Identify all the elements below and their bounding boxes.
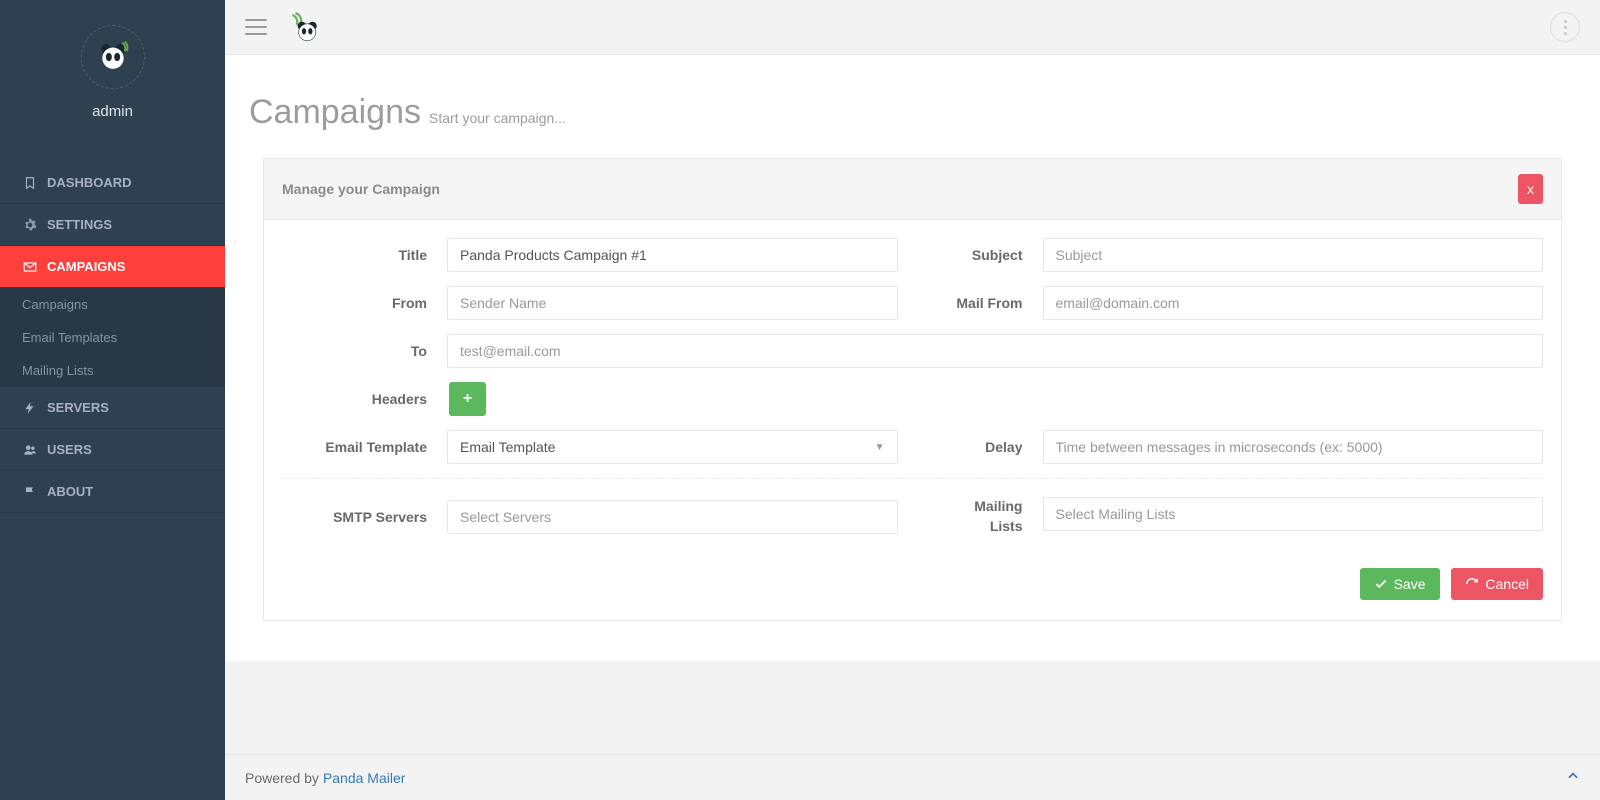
subnav-email-templates[interactable]: Email Templates — [0, 321, 225, 354]
divider — [282, 478, 1543, 479]
cancel-button[interactable]: Cancel — [1451, 568, 1543, 600]
smtp-input[interactable] — [447, 500, 898, 534]
delay-label: Delay — [928, 439, 1043, 455]
nav-users[interactable]: USERS — [0, 429, 225, 471]
panda-logo-icon — [287, 10, 321, 44]
cancel-label: Cancel — [1485, 576, 1529, 592]
nav-label: DASHBOARD — [47, 175, 132, 190]
nav-about[interactable]: ABOUT — [0, 471, 225, 513]
plus-icon: + — [463, 390, 472, 407]
users-icon — [22, 442, 37, 457]
bookmark-icon — [22, 175, 37, 190]
campaign-panel: Manage your Campaign x Title Subject — [263, 158, 1562, 621]
scroll-top-button[interactable] — [1566, 769, 1580, 786]
page-subtitle: Start your campaign... — [429, 110, 566, 126]
main: Campaigns Start your campaign... Manage … — [225, 0, 1600, 800]
mailinglists-label: Mailing Lists — [928, 497, 1043, 536]
nav-label: SETTINGS — [47, 217, 112, 232]
subnav-campaigns[interactable]: Campaigns — [0, 288, 225, 321]
to-input[interactable] — [447, 334, 1543, 368]
page-title: Campaigns — [249, 93, 421, 132]
nav-campaigns[interactable]: CAMPAIGNS — [0, 246, 225, 288]
topbar — [225, 0, 1600, 55]
title-input[interactable] — [447, 238, 898, 272]
headers-label: Headers — [282, 391, 447, 407]
nav-label: ABOUT — [47, 484, 93, 499]
mailfrom-input[interactable] — [1043, 286, 1544, 320]
footer: Powered by Panda Mailer — [225, 754, 1600, 800]
panel-body: Title Subject From Mail From — [264, 220, 1561, 568]
check-icon — [1374, 577, 1388, 591]
chevron-up-icon — [1566, 769, 1580, 783]
delay-input[interactable] — [1043, 430, 1544, 464]
flag-icon — [22, 484, 37, 499]
subject-label: Subject — [928, 247, 1043, 263]
nav-servers[interactable]: SERVERS — [0, 387, 225, 429]
avatar — [81, 25, 145, 89]
panel-actions: Save Cancel — [264, 568, 1561, 620]
content: Campaigns Start your campaign... Manage … — [225, 55, 1600, 661]
panel-close-button[interactable]: x — [1518, 174, 1543, 204]
mailfrom-label: Mail From — [928, 295, 1043, 311]
subnav-mailing-lists[interactable]: Mailing Lists — [0, 354, 225, 387]
panel-header: Manage your Campaign x — [264, 159, 1561, 220]
mailinglists-input[interactable] — [1043, 497, 1544, 531]
save-label: Save — [1394, 576, 1426, 592]
emailtpl-select[interactable]: Email Template ▼ — [447, 430, 898, 464]
username: admin — [0, 103, 225, 120]
from-label: From — [282, 295, 447, 311]
nav-label: USERS — [47, 442, 92, 457]
more-menu-button[interactable] — [1550, 12, 1580, 42]
menu-toggle-button[interactable] — [245, 19, 267, 35]
to-label: To — [282, 343, 447, 359]
gear-icon — [22, 217, 37, 232]
save-button[interactable]: Save — [1360, 568, 1440, 600]
footer-text: Powered by — [245, 770, 319, 786]
sidebar: admin DASHBOARD SETTINGS CAMPAIGNS Campa… — [0, 0, 225, 800]
nav-settings[interactable]: SETTINGS — [0, 204, 225, 246]
refresh-icon — [1465, 577, 1479, 591]
bolt-icon — [22, 400, 37, 415]
nav-label: SERVERS — [47, 400, 109, 415]
add-header-button[interactable]: + — [449, 382, 486, 416]
from-input[interactable] — [447, 286, 898, 320]
page-header: Campaigns Start your campaign... — [249, 93, 1576, 132]
nav-campaigns-subitems: Campaigns Email Templates Mailing Lists — [0, 288, 225, 387]
panel-title: Manage your Campaign — [282, 181, 440, 197]
nav: DASHBOARD SETTINGS CAMPAIGNS Campaigns E… — [0, 162, 225, 513]
subject-input[interactable] — [1043, 238, 1544, 272]
emailtpl-selected: Email Template — [460, 439, 555, 455]
smtp-label: SMTP Servers — [282, 509, 447, 525]
footer-link[interactable]: Panda Mailer — [323, 770, 406, 786]
nav-label: CAMPAIGNS — [47, 259, 125, 274]
profile-section: admin — [0, 0, 225, 138]
emailtpl-label: Email Template — [282, 439, 447, 455]
chevron-down-icon: ▼ — [875, 442, 885, 453]
panda-logo-icon — [94, 38, 132, 76]
title-label: Title — [282, 247, 447, 263]
nav-dashboard[interactable]: DASHBOARD — [0, 162, 225, 204]
envelope-icon — [22, 259, 37, 274]
brand-logo — [287, 10, 321, 44]
